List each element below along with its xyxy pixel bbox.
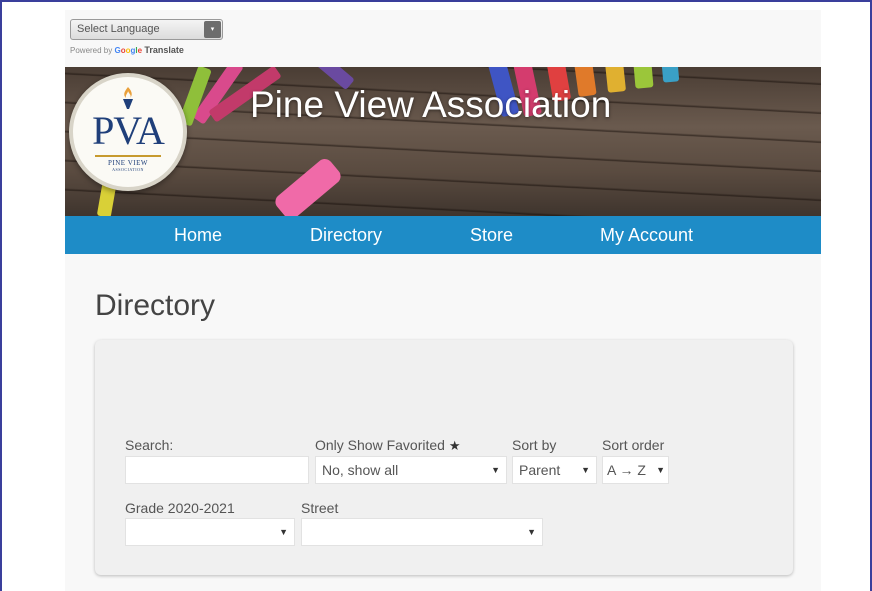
chevron-down-icon: ▼ <box>581 465 590 475</box>
logo-subtext-name: PINE VIEW <box>108 159 148 167</box>
google-logo: Google <box>114 46 143 55</box>
search-input[interactable] <box>125 456 309 484</box>
powered-by-google-translate[interactable]: Powered by Google Translate <box>70 45 184 55</box>
language-select-label: Select Language <box>77 23 160 35</box>
pencil-decoration <box>660 67 680 83</box>
chevron-down-icon: ▼ <box>527 527 536 537</box>
powered-by-text: Powered by <box>70 46 113 55</box>
site-title: Pine View Association <box>250 84 612 125</box>
page-title: Directory <box>95 289 216 322</box>
favorited-select[interactable]: No, show all ▼ <box>315 456 507 484</box>
sort-by-select-value: Parent <box>519 462 561 478</box>
marker-decoration <box>272 155 344 217</box>
language-select[interactable]: Select Language ▾ <box>70 19 223 40</box>
chevron-down-icon: ▼ <box>656 465 665 475</box>
chevron-down-icon: ▼ <box>279 527 288 537</box>
chevron-down-icon: ▾ <box>204 21 221 38</box>
pva-logo[interactable]: PVA PINE VIEW ASSOCIATION <box>69 73 187 191</box>
chevron-down-icon: ▼ <box>491 465 500 475</box>
favorited-label: Only Show Favorited ★ <box>315 437 461 454</box>
logo-subtext-tagline: ASSOCIATION <box>112 167 144 172</box>
sort-order-label: Sort order <box>602 437 665 453</box>
logo-subtext: PINE VIEW ASSOCIATION <box>73 159 183 172</box>
star-icon: ★ <box>448 438 461 453</box>
grade-select[interactable]: ▼ <box>125 518 295 546</box>
nav-item-directory[interactable]: Directory <box>310 216 382 254</box>
sort-order-select-value: A → Z <box>607 462 646 478</box>
logo-divider <box>95 155 161 157</box>
nav-item-store[interactable]: Store <box>470 216 513 254</box>
favorited-select-value: No, show all <box>322 462 399 478</box>
favorited-label-text: Only Show Favorited <box>315 437 445 453</box>
sort-order-select[interactable]: A → Z ▼ <box>602 456 669 484</box>
search-label: Search: <box>125 437 174 453</box>
logo-text: PVA <box>92 108 165 153</box>
sort-by-label: Sort by <box>512 437 557 453</box>
sort-by-select[interactable]: Parent ▼ <box>512 456 597 484</box>
street-select[interactable]: ▼ <box>301 518 543 546</box>
street-label: Street <box>301 500 339 516</box>
pencil-decoration <box>632 67 654 89</box>
grade-label: Grade 2020-2021 <box>125 500 235 516</box>
translate-text: Translate <box>144 45 184 55</box>
main-nav: Home Directory Store My Account <box>65 216 821 254</box>
nav-item-home[interactable]: Home <box>174 216 222 254</box>
nav-item-my-account[interactable]: My Account <box>600 216 693 254</box>
